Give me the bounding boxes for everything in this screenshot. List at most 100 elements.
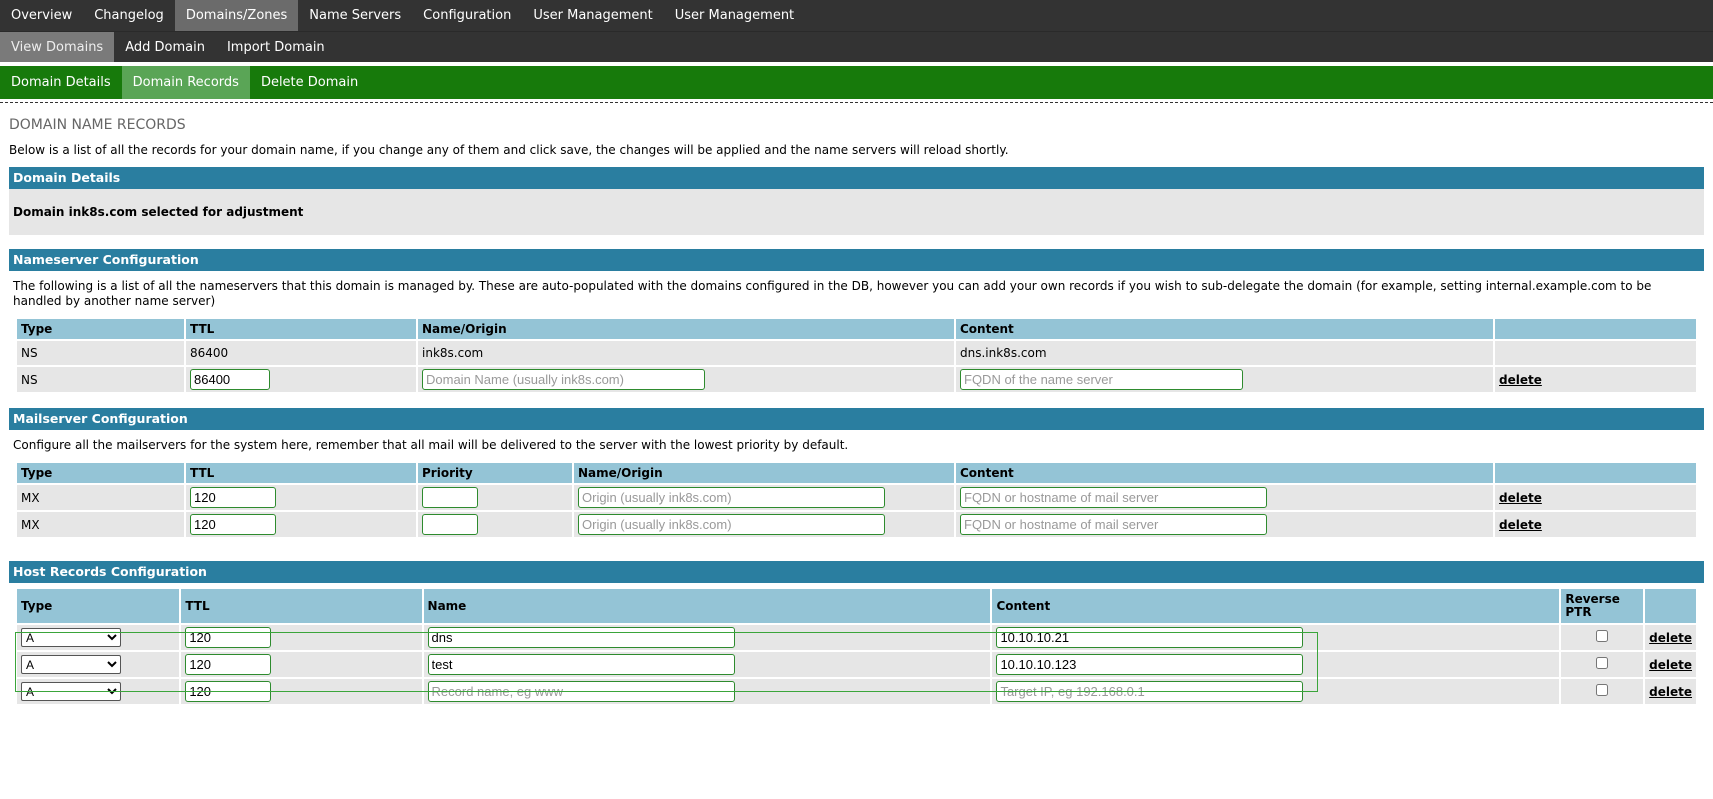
host-type-select[interactable]: A: [21, 655, 121, 674]
mx-name-input[interactable]: [578, 487, 885, 508]
col-ttl: TTL: [181, 589, 422, 623]
col-content: Content: [956, 463, 1493, 483]
host-records-title: Host Records Configuration: [9, 561, 1704, 583]
nameserver-title: Nameserver Configuration: [9, 249, 1704, 271]
nav-overview[interactable]: Overview: [0, 0, 83, 31]
host-name-input[interactable]: [427, 627, 735, 648]
cell-type: NS: [17, 341, 184, 365]
cell-name: [423, 652, 991, 677]
nav-name-servers[interactable]: Name Servers: [298, 0, 412, 31]
cell-actions: delete: [1645, 652, 1696, 677]
cell-priority: [418, 485, 572, 510]
main-content: DOMAIN NAME RECORDS Below is a list of a…: [0, 117, 1713, 706]
nav-domains-zones[interactable]: Domains/Zones: [174, 0, 299, 31]
host-content-input[interactable]: [996, 654, 1304, 675]
delete-link[interactable]: delete: [1499, 491, 1542, 505]
cell-actions: delete: [1645, 625, 1696, 650]
nav-changelog[interactable]: Changelog: [83, 0, 175, 31]
mailserver-table: Type TTL Priority Name/Origin Content MX…: [15, 461, 1698, 539]
divider: [0, 102, 1713, 103]
reverse-ptr-checkbox[interactable]: [1596, 657, 1609, 669]
cell-name: [418, 367, 954, 392]
mx-priority-input[interactable]: [422, 514, 478, 535]
domain-nav-details[interactable]: Domain Details: [0, 66, 122, 99]
cell-ttl: [186, 367, 416, 392]
cell-name: [423, 625, 991, 650]
cell-name: ink8s.com: [418, 341, 954, 365]
reverse-ptr-checkbox[interactable]: [1596, 630, 1609, 642]
cell-actions: delete: [1495, 512, 1696, 537]
cell-content: [956, 512, 1493, 537]
col-content: Content: [992, 589, 1560, 623]
delete-link[interactable]: delete: [1649, 658, 1692, 672]
delete-link[interactable]: delete: [1499, 373, 1542, 387]
col-type: Type: [17, 463, 184, 483]
host-type-select[interactable]: A: [21, 628, 121, 647]
host-name-input[interactable]: [427, 681, 735, 702]
cell-priority: [418, 512, 572, 537]
mx-priority-input[interactable]: [422, 487, 478, 508]
cell-empty: [1495, 341, 1696, 365]
cell-actions: delete: [1495, 367, 1696, 392]
col-actions: [1495, 463, 1696, 483]
table-row: NS delete: [17, 367, 1696, 392]
ns-name-input[interactable]: [422, 369, 705, 390]
mx-ttl-input[interactable]: [190, 514, 276, 535]
table-row: A delete: [17, 679, 1696, 704]
col-name-origin: Name/Origin: [418, 319, 954, 339]
mailserver-title: Mailserver Configuration: [9, 408, 1704, 430]
col-ttl: TTL: [186, 319, 416, 339]
reverse-ptr-checkbox[interactable]: [1596, 684, 1609, 696]
nameserver-table: Type TTL Name/Origin Content NS 86400 in…: [15, 317, 1698, 394]
cell-content: [992, 679, 1560, 704]
main-nav: Overview Changelog Domains/Zones Name Se…: [0, 0, 1713, 31]
subnav-import-domain[interactable]: Import Domain: [216, 32, 336, 62]
page-title: DOMAIN NAME RECORDS: [9, 117, 186, 133]
cell-type: A: [17, 625, 180, 650]
subnav-view-domains[interactable]: View Domains: [0, 32, 115, 62]
delete-link[interactable]: delete: [1649, 685, 1692, 699]
cell-type: A: [17, 679, 180, 704]
domain-details-title: Domain Details: [9, 167, 1704, 189]
col-ttl: TTL: [186, 463, 416, 483]
domain-nav-records[interactable]: Domain Records: [121, 66, 250, 99]
cell-ttl: [186, 485, 416, 510]
ns-content-input[interactable]: [960, 369, 1243, 390]
cell-type: A: [17, 652, 180, 677]
domain-nav: Domain Details Domain Records Delete Dom…: [0, 66, 1713, 99]
mx-content-input[interactable]: [960, 487, 1267, 508]
table-row: NS 86400 ink8s.com dns.ink8s.com: [17, 341, 1696, 365]
table-row: MX delete: [17, 512, 1696, 537]
cell-actions: delete: [1645, 679, 1696, 704]
cell-name: [574, 485, 954, 510]
cell-ttl: [181, 679, 422, 704]
subnav-add-domain[interactable]: Add Domain: [114, 32, 216, 62]
host-ttl-input[interactable]: [185, 654, 272, 675]
host-type-select[interactable]: A: [21, 682, 121, 701]
nav-configuration[interactable]: Configuration: [412, 0, 522, 31]
nav-user-management[interactable]: User Management: [522, 0, 663, 31]
nav-user-management-2[interactable]: User Management: [664, 0, 805, 31]
table-row: MX delete: [17, 485, 1696, 510]
domain-details-text: Domain ink8s.com selected for adjustment: [9, 189, 1704, 235]
host-table: Type TTL Name Content Reverse PTR A dele…: [15, 587, 1698, 706]
host-table-wrap: Type TTL Name Content Reverse PTR A dele…: [9, 587, 1704, 706]
host-ttl-input[interactable]: [185, 681, 272, 702]
delete-link[interactable]: delete: [1649, 631, 1692, 645]
mx-content-input[interactable]: [960, 514, 1267, 535]
cell-content: dns.ink8s.com: [956, 341, 1493, 365]
ns-ttl-input[interactable]: [190, 369, 270, 390]
host-content-input[interactable]: [996, 627, 1304, 648]
mx-name-input[interactable]: [578, 514, 885, 535]
mailserver-desc: Configure all the mailservers for the sy…: [13, 438, 849, 452]
host-content-input[interactable]: [996, 681, 1304, 702]
cell-ttl: [181, 625, 422, 650]
cell-content: [992, 625, 1560, 650]
delete-link[interactable]: delete: [1499, 518, 1542, 532]
host-ttl-input[interactable]: [185, 627, 272, 648]
mx-ttl-input[interactable]: [190, 487, 276, 508]
host-name-input[interactable]: [427, 654, 735, 675]
domain-nav-delete[interactable]: Delete Domain: [250, 66, 369, 99]
